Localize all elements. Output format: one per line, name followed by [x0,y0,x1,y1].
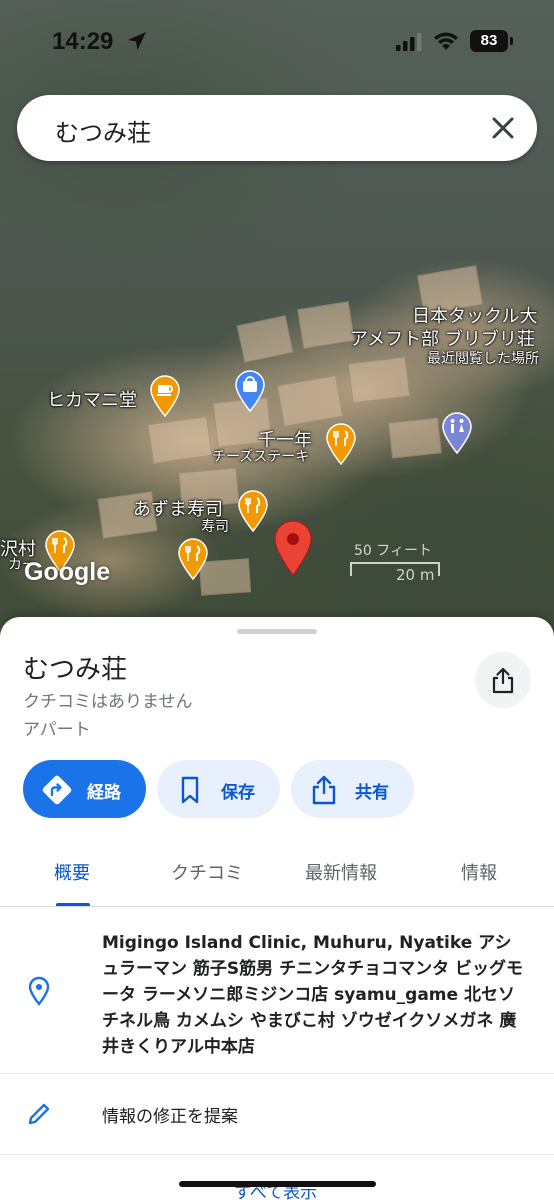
map-rooftop [297,301,355,349]
map-rooftop [236,315,294,363]
restaurant-pin-icon[interactable] [326,423,356,465]
tab-about[interactable]: 情報 [461,859,497,885]
google-logo: Google [24,558,111,586]
share-icon [492,667,514,694]
save-label: 保存 [221,783,255,803]
map-label-recent: 最近閲覧した場所 [427,351,539,367]
directions-label: 経路 [87,783,121,803]
search-query[interactable]: むつみ荘 [55,113,151,148]
map-label-sushi: 寿司 [201,519,229,535]
share-icon [312,775,336,805]
battery-nub [510,37,513,45]
tab-overview[interactable]: 概要 [54,859,90,885]
restaurant-pin-icon[interactable] [178,538,208,580]
cellular-signal-icon [396,33,422,51]
share-action-button[interactable]: 共有 [291,760,414,818]
map-scale: 50 フィート 20 m [350,540,442,584]
selected-location-pin-icon[interactable] [273,520,313,576]
status-bar: 14:29 83 [0,0,554,84]
restroom-pin-icon[interactable] [442,412,472,454]
row-divider [0,1073,554,1074]
satellite-map[interactable]: 14:29 83 むつみ荘 日本タックル大 アメフト部 ブリブリ荘 最近閲覧した… [0,0,554,660]
close-icon[interactable] [487,112,519,144]
address-text[interactable]: Migingo Island Clinic, Muhuru, Nyatike ア… [102,930,524,1060]
save-button[interactable]: 保存 [157,760,280,818]
map-rooftop [147,416,213,464]
directions-button[interactable]: 経路 [23,760,146,818]
map-rooftop [276,375,344,427]
tabs-divider [0,906,554,907]
share-button[interactable] [475,652,531,708]
share-label: 共有 [355,783,389,803]
directions-icon [42,775,72,805]
map-label-hikamani[interactable]: ヒカマニ堂 [47,386,137,412]
wifi-icon [434,32,458,50]
battery-indicator: 83 [470,30,508,52]
restaurant-pin-icon[interactable] [238,490,268,532]
place-details-sheet[interactable]: むつみ荘 クチコミはありません アパート 経路 保存 共有 概要 クチコミ 最新… [0,617,554,1200]
map-label-cheese-steak: チーズステーキ [212,449,310,465]
scale-feet: 50 フィート [354,543,432,559]
drag-handle[interactable] [237,629,317,634]
row-divider [0,1154,554,1155]
search-bar[interactable]: むつみ荘 [17,95,537,161]
location-arrow-icon [128,32,146,50]
place-type: アパート [23,720,91,740]
suggest-edit-link[interactable]: 情報の修正を提案 [102,1102,238,1127]
map-rooftop [388,417,442,459]
tab-updates[interactable]: 最新情報 [305,859,377,885]
bookmark-icon [181,776,199,804]
location-pin-icon [28,976,50,1006]
scale-meters: 20 m [396,566,435,584]
cafe-pin-icon[interactable] [150,375,180,417]
place-title: むつみ荘 [23,655,128,685]
home-indicator[interactable] [179,1181,376,1187]
pencil-icon [28,1103,50,1125]
status-time: 14:29 [52,28,114,55]
shopping-bag-pin-icon[interactable] [235,370,265,412]
tab-reviews[interactable]: クチコミ [171,859,243,885]
place-reviews: クチコミはありません [23,692,193,712]
map-rooftop [347,356,411,404]
